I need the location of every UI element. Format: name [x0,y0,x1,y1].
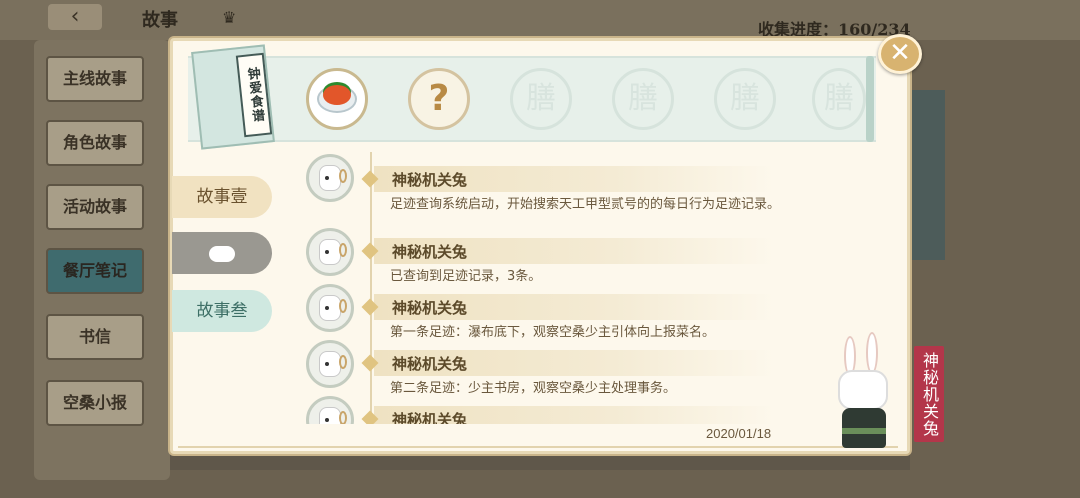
sidebar-item-event-story[interactable]: 活动故事 [46,184,144,230]
speaker-name: 神秘机关兔 [392,355,468,373]
sidebar-item-main-story[interactable]: 主线故事 [46,56,144,102]
lock-icon [209,245,235,262]
dish-slot-placeholder: 膳 [714,68,776,130]
dialog-entry: 神秘机关兔 足迹查询系统启动，开始搜索天工甲型贰号的的每日行为足迹记录。 [300,152,800,232]
character-name-tag: 神秘机关兔 [914,346,944,442]
tab-story-3[interactable]: 故事叁 [172,290,272,332]
dialog-entry: 神秘机关兔 第二条足迹：少主书房，观察空桑少主处理事务。 [300,338,800,396]
rabbit-avatar-icon [306,284,354,332]
rabbit-avatar-icon [306,154,354,202]
story-date: 2020/01/18 [706,426,772,441]
rabbit-avatar-icon [306,228,354,276]
rabbit-avatar-icon [306,396,354,424]
rabbit-character [838,332,894,456]
rabbit-avatar-icon [306,340,354,388]
dialog-entry: 神秘机关兔 已查询到足迹记录，3条。 [300,226,800,284]
sidebar-item-restaurant-notes[interactable]: 餐厅笔记 [46,248,144,294]
dish-slot-placeholder: 膳 [612,68,674,130]
scroll-rod [866,56,874,142]
speaker-name: 神秘机关兔 [392,243,468,261]
sidebar-item-letters[interactable]: 书信 [46,314,144,360]
divider [178,446,898,448]
speaker-name: 神秘机关兔 [392,411,468,424]
speaker-name: 神秘机关兔 [392,299,468,317]
close-icon[interactable]: ✕ [878,34,922,74]
dish-slot-placeholder: 膳 [510,68,572,130]
dialog-list[interactable]: 神秘机关兔 足迹查询系统启动，开始搜索天工甲型贰号的的每日行为足迹记录。 神秘机… [300,152,800,424]
dialog-text: 足迹查询系统启动，开始搜索天工甲型贰号的的每日行为足迹记录。 [390,197,781,212]
tab-story-2-locked[interactable] [172,232,272,274]
background-decoration [905,90,945,260]
crown-icon: ♛ [222,8,237,27]
food-icon [323,85,351,105]
dialog-entry: 神秘机关兔 [300,394,800,424]
background-bottom-bar [170,452,910,470]
dish-slot-placeholder: 膳 [812,68,866,130]
dialog-entry: 神秘机关兔 第一条足迹：瀑布底下，观察空桑少主引体向上报菜名。 [300,282,800,340]
dish-slot-food[interactable] [306,68,368,130]
dish-slot-unknown[interactable]: ? [408,68,470,130]
screen-title: 故事 [142,10,178,31]
sidebar-item-kongsang-news[interactable]: 空桑小报 [46,380,144,426]
tab-story-1[interactable]: 故事壹 [172,176,272,218]
back-arrow-icon[interactable]: ‹ [48,4,102,30]
sidebar-item-character-story[interactable]: 角色故事 [46,120,144,166]
speaker-name: 神秘机关兔 [392,171,468,189]
